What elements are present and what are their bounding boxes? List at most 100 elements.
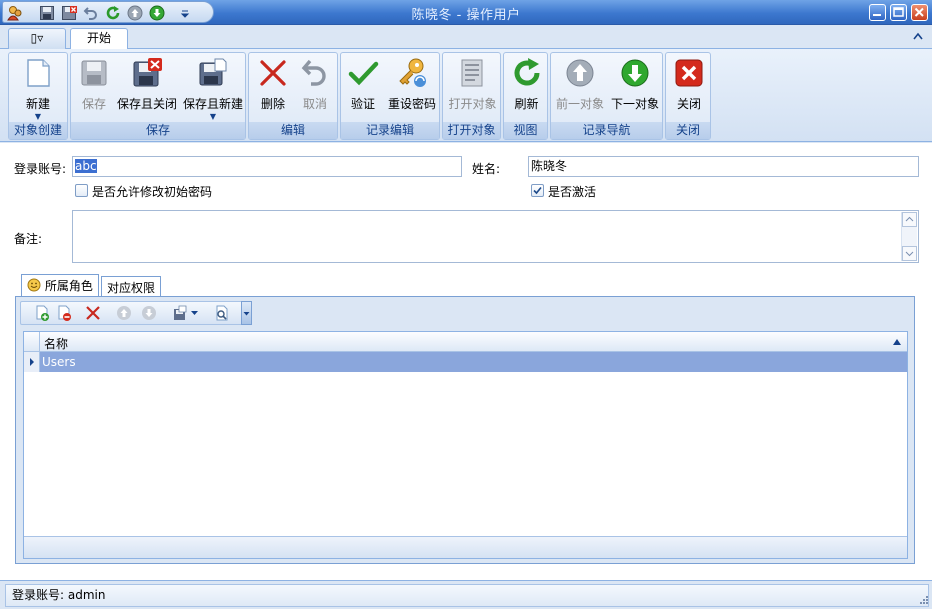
delete-icon — [260, 60, 286, 86]
ribbon-tab-strip: ▯▿ 开始 — [0, 25, 932, 49]
view-menu-tab[interactable]: ▯▿ — [8, 28, 66, 49]
tab-home[interactable]: 开始 — [70, 28, 128, 49]
prev-object-label: 前一对象 — [555, 97, 604, 111]
save-icon — [81, 60, 107, 86]
refresh-icon — [514, 58, 539, 86]
active-checkbox[interactable] — [531, 184, 544, 197]
save-new-icon — [199, 58, 227, 86]
save-close-icon — [133, 58, 162, 87]
group-close-label: 关闭 — [666, 122, 710, 139]
save-close-label: 保存且关闭 — [116, 97, 177, 111]
link-remove-icon[interactable] — [56, 305, 72, 321]
arrow-up-icon — [566, 59, 594, 87]
login-value: abc — [75, 159, 97, 173]
row-indicator — [24, 352, 40, 372]
roles-grid: 名称 Users — [23, 331, 908, 559]
close-label: 关闭 — [676, 97, 701, 111]
group-nav: 前一对象 下一对象 记录导航 — [550, 52, 663, 140]
allow-change-password-checkbox[interactable] — [75, 184, 88, 197]
tab-roles[interactable]: 所属角色 — [21, 274, 99, 297]
link-add-icon[interactable] — [34, 305, 50, 321]
group-save: 保存 保存且关闭 保存且新建 ▼ 保存 — [70, 52, 246, 140]
export-icon[interactable] — [172, 305, 188, 321]
reset-password-button[interactable]: 重设密码 — [385, 57, 439, 119]
save-label: 保存 — [81, 97, 106, 111]
new-label: 新建 — [25, 97, 50, 111]
validate-button[interactable]: 验证 — [343, 57, 383, 119]
scroll-down-icon[interactable] — [902, 246, 917, 261]
arrow-down-icon — [621, 59, 649, 87]
status-panel: 登录账号: admin — [5, 584, 929, 607]
role-icon — [27, 278, 41, 292]
collapse-ribbon-icon[interactable] — [913, 32, 923, 40]
note-textarea[interactable] — [72, 210, 919, 263]
grid-footer — [24, 536, 907, 558]
chevron-down-icon — [243, 312, 250, 316]
tab-permissions-label: 对应权限 — [107, 281, 156, 295]
close-button[interactable]: 关闭 — [668, 57, 710, 119]
group-edit-label: 编辑 — [249, 122, 337, 139]
chevron-down-icon[interactable] — [191, 311, 198, 316]
save-close-button[interactable]: 保存且关闭 — [116, 57, 178, 119]
login-field[interactable]: abc — [72, 156, 462, 177]
arrow-up-icon[interactable] — [116, 305, 132, 321]
group-nav-label: 记录导航 — [551, 122, 662, 139]
name-field[interactable]: 陈晓冬 — [528, 156, 919, 177]
allow-change-password-label: 是否允许修改初始密码 — [92, 185, 213, 199]
delete-button[interactable]: 删除 — [253, 57, 293, 119]
group-open-label: 打开对象 — [443, 122, 500, 139]
tab-home-label: 开始 — [86, 31, 111, 45]
close-icon — [675, 59, 703, 87]
next-object-button[interactable]: 下一对象 — [608, 57, 662, 119]
refresh-label: 刷新 — [514, 97, 539, 111]
save-button[interactable]: 保存 — [75, 57, 113, 119]
delete-label: 删除 — [260, 97, 285, 111]
search-icon[interactable] — [214, 305, 230, 321]
refresh-button[interactable]: 刷新 — [506, 57, 547, 119]
checkmark-icon — [533, 186, 542, 195]
note-scrollbar[interactable] — [901, 212, 917, 261]
close-window-button[interactable] — [911, 4, 928, 21]
group-view-label: 视图 — [504, 122, 547, 139]
login-label: 登录账号: — [14, 162, 67, 176]
cancel-button[interactable]: 取消 — [295, 57, 335, 119]
minimize-button[interactable] — [869, 4, 886, 21]
tab-permissions[interactable]: 对应权限 — [101, 276, 162, 296]
view-menu-label: ▯▿ — [30, 31, 44, 45]
table-row[interactable]: Users — [24, 352, 907, 372]
title-bar: 陈晓冬 - 操作用户 — [0, 0, 932, 25]
column-header-name[interactable]: 名称 — [44, 335, 68, 352]
cell-name[interactable]: Users — [42, 355, 76, 369]
status-bar: 登录账号: admin — [0, 580, 932, 609]
save-new-button[interactable]: 保存且新建 ▼ — [182, 57, 244, 121]
group-close: 关闭 关闭 — [665, 52, 711, 140]
toolbar-overflow-button[interactable] — [241, 301, 252, 325]
scroll-up-icon[interactable] — [902, 212, 917, 227]
new-button[interactable]: 新建 ▼ — [13, 57, 63, 121]
group-create: 新建 ▼ 对象创建 — [8, 52, 68, 140]
status-text: 登录账号: admin — [12, 588, 106, 602]
grid-toolbar — [20, 301, 252, 325]
reset-password-label: 重设密码 — [387, 97, 436, 111]
delete-icon[interactable] — [85, 305, 101, 321]
group-open: 打开对象 打开对象 — [442, 52, 501, 140]
group-record-edit-label: 记录编辑 — [341, 122, 439, 139]
open-object-button[interactable]: 打开对象 — [445, 57, 500, 119]
undo-icon — [301, 59, 326, 86]
checkmark-icon — [348, 61, 379, 86]
grid-header: 名称 — [24, 332, 907, 352]
prev-object-button[interactable]: 前一对象 — [553, 57, 607, 119]
resize-grip-icon[interactable] — [917, 595, 929, 607]
active-label: 是否激活 — [548, 185, 597, 199]
maximize-button[interactable] — [890, 4, 907, 21]
ribbon: 新建 ▼ 对象创建 保存 保存且关闭 保存且新建 ▼ 保存 删除 取消 编辑 验… — [0, 49, 932, 142]
group-save-label: 保存 — [71, 122, 245, 139]
note-label: 备注: — [14, 232, 43, 246]
group-record-edit: 验证 重设密码 记录编辑 — [340, 52, 440, 140]
open-object-icon — [461, 59, 482, 87]
name-label: 姓名: — [472, 162, 501, 176]
save-new-label: 保存且新建 — [182, 97, 243, 111]
group-view: 刷新 视图 — [503, 52, 548, 140]
chevron-down-icon: ▼ — [209, 112, 217, 121]
arrow-down-icon[interactable] — [141, 305, 157, 321]
